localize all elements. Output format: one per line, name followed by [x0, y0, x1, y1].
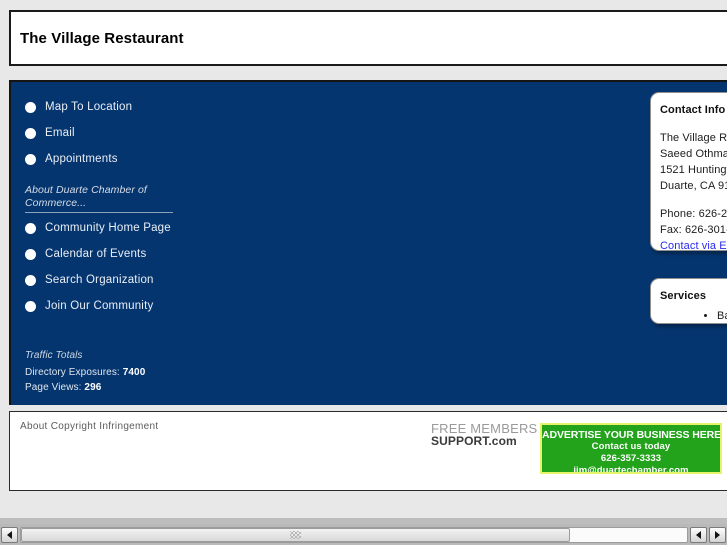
sidebar-section-header: About Duarte Chamber of Commerce... [18, 184, 218, 213]
main-panel: Map To Location Email Appointments About… [9, 80, 727, 405]
logo-line-bottom: SUPPORT.com [431, 434, 517, 448]
bullet-icon [25, 101, 36, 113]
sidebar-item-community-home-page[interactable]: Community Home Page [18, 215, 218, 241]
page-title: The Village Restaurant [20, 30, 184, 47]
bullet-icon [25, 300, 36, 312]
sidebar-item-appointments[interactable]: Appointments [18, 146, 218, 172]
contact-via-email-link[interactable]: Contact via Ema [660, 238, 727, 250]
scrollbar-track[interactable] [20, 526, 688, 543]
copyright-infringement-link[interactable]: About Copyright Infringement [20, 421, 158, 432]
traffic-totals: Traffic Totals Directory Exposures: 7400… [25, 350, 245, 395]
business-name: The Village Rest [660, 132, 727, 144]
bullet-icon [25, 222, 36, 234]
sidebar-item-label: Community Home Page [45, 222, 171, 234]
scroll-right-button[interactable] [709, 526, 726, 543]
site-header: The Village Restaurant [9, 10, 727, 66]
page-views-row: Page Views: 296 [25, 380, 245, 395]
bullet-icon [25, 127, 36, 139]
sidebar-item-label: Appointments [45, 153, 118, 165]
free-members-support-logo: FREE MEMBERS SUPPORT.com [431, 422, 541, 448]
directory-exposures-row: Directory Exposures: 7400 [25, 365, 245, 380]
scrollbar-thumb[interactable] [21, 527, 571, 542]
ad-line-email: jim@duartechamber.com [573, 465, 689, 474]
page-views-label: Page Views: [25, 382, 82, 393]
divider [25, 212, 173, 213]
chevron-left-icon [7, 530, 12, 539]
sidebar-navigation: Map To Location Email Appointments About… [18, 94, 218, 319]
advertisement-banner[interactable]: ADVERTISE YOUR BUSINESS HERE! Contact us… [540, 423, 722, 474]
contact-person: Saeed Othman [660, 148, 727, 160]
traffic-totals-heading: Traffic Totals [25, 350, 83, 361]
services-card: Services Banquet F [650, 278, 727, 324]
sidebar-item-label: Map To Location [45, 101, 133, 113]
sidebar-item-join-our-community[interactable]: Join Our Community [18, 293, 218, 319]
directory-exposures-label: Directory Exposures: [25, 367, 120, 378]
sidebar-item-label: Join Our Community [45, 300, 154, 312]
sidebar-item-calendar-of-events[interactable]: Calendar of Events [18, 241, 218, 267]
sidebar-item-label: Calendar of Events [45, 248, 147, 260]
bullet-icon [25, 153, 36, 165]
grip-icon [290, 530, 302, 539]
sidebar-item-map-to-location[interactable]: Map To Location [18, 94, 218, 120]
horizontal-scrollbar[interactable] [0, 524, 727, 545]
services-list: Banquet F [677, 309, 727, 323]
ad-line-phone: 626-357-3333 [600, 453, 662, 464]
sidebar-item-label: Search Organization [45, 274, 154, 286]
page-views-value: 296 [84, 382, 102, 393]
directory-exposures-value: 7400 [122, 367, 146, 378]
contact-info-card: Contact Info The Village Rest Saeed Othm… [650, 92, 727, 251]
bullet-icon [25, 248, 36, 260]
sidebar-item-email[interactable]: Email [18, 120, 218, 146]
ad-line-contact: Contact us today [591, 441, 671, 452]
browser-content-area: The Village Restaurant Map To Location E… [0, 0, 727, 518]
bullet-icon [25, 274, 36, 286]
city-state-zip: Duarte, CA 9101 [660, 180, 727, 192]
scroll-left-button[interactable] [1, 526, 18, 543]
fax-number: Fax: 626-301-15 [660, 224, 727, 236]
list-item: Banquet F [717, 309, 727, 323]
street-address: 1521 Huntington [660, 164, 727, 176]
phone-number: Phone: 626-256- [660, 208, 727, 220]
sidebar-section-title: About Duarte Chamber of Commerce... [25, 184, 147, 209]
scroll-left-button-secondary[interactable] [690, 526, 707, 543]
chevron-right-icon [715, 530, 720, 539]
chevron-left-icon [696, 530, 701, 539]
contact-info-title: Contact Info [660, 104, 726, 116]
site-footer: About Copyright Infringement FREE MEMBER… [9, 411, 727, 491]
ad-headline: ADVERTISE YOUR BUSINESS HERE! [542, 429, 722, 441]
sidebar-item-label: Email [45, 127, 75, 139]
contact-info-body: The Village Rest Saeed Othman 1521 Hunti… [660, 130, 727, 250]
sidebar-item-search-organization[interactable]: Search Organization [18, 267, 218, 293]
services-title: Services [660, 290, 707, 302]
